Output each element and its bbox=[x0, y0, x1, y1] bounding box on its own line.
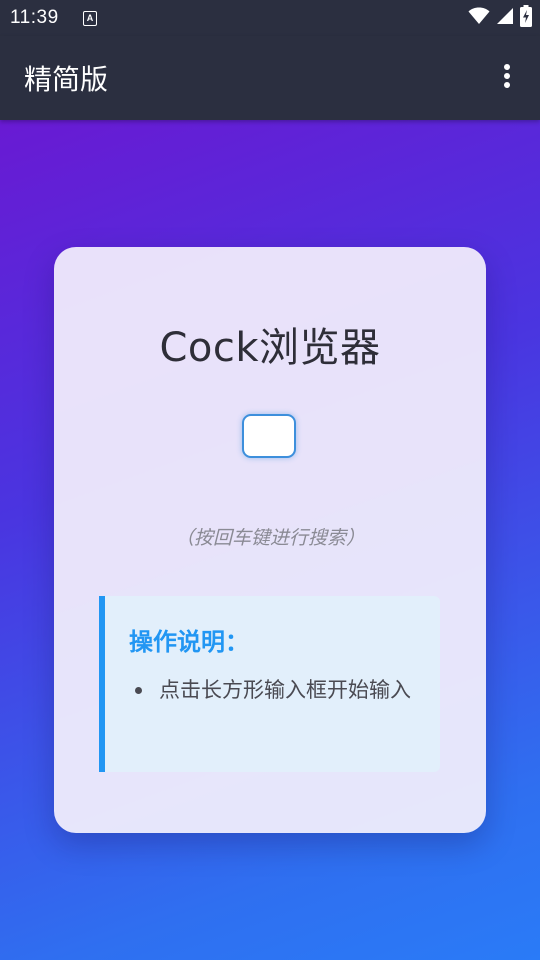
browser-title: Cock浏览器 bbox=[159, 325, 381, 371]
status-time: 11:39 bbox=[10, 7, 59, 28]
instructions-box: 操作说明： 点击长方形输入框开始输入 bbox=[99, 596, 440, 772]
status-icons bbox=[468, 5, 532, 31]
instructions-heading: 操作说明： bbox=[129, 628, 249, 656]
instructions-list: 点击长方形输入框开始输入 bbox=[129, 674, 419, 707]
status-bar: 11:39 A bbox=[0, 0, 540, 36]
screen: 11:39 A 精简版 Cock浏览器 （按回车键进行搜索） 操作说明： 点击长… bbox=[0, 0, 540, 960]
bullet-icon bbox=[135, 687, 142, 694]
search-input[interactable] bbox=[242, 414, 296, 458]
notification-a-icon: A bbox=[83, 11, 97, 26]
app-bar: 精简版 bbox=[0, 36, 540, 120]
instruction-text: 点击长方形输入框开始输入 bbox=[159, 678, 411, 702]
more-options-button[interactable] bbox=[492, 62, 522, 94]
search-hint: （按回车键进行搜索） bbox=[174, 527, 365, 549]
list-item: 点击长方形输入框开始输入 bbox=[129, 674, 419, 707]
more-vertical-icon bbox=[503, 63, 511, 93]
browser-card: Cock浏览器 （按回车键进行搜索） 操作说明： 点击长方形输入框开始输入 bbox=[54, 247, 486, 833]
app-title: 精简版 bbox=[24, 63, 109, 96]
signal-icon bbox=[496, 7, 514, 29]
wifi-icon bbox=[468, 7, 490, 29]
battery-charging-icon bbox=[520, 5, 532, 31]
